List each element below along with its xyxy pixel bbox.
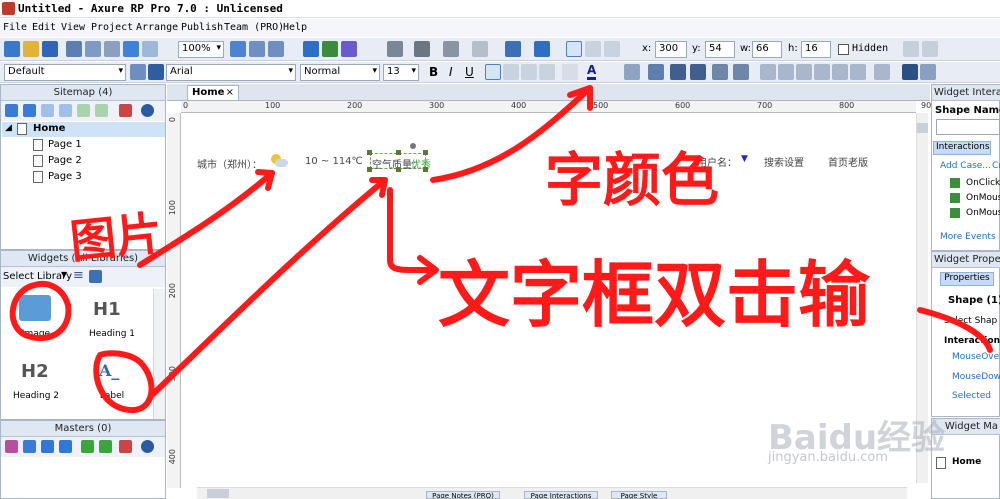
watermark-url: jingyan.baidu.com (768, 450, 888, 465)
curl-stroke (917, 307, 993, 353)
annotation-picture: 图片 (68, 206, 165, 269)
annotation-text-box: 文字框双击输 (438, 253, 871, 337)
arrow-to-textbox (149, 177, 388, 398)
label-circle (93, 350, 155, 414)
image-circle (9, 281, 72, 342)
annotation-text-color: 字颜色 (545, 146, 719, 214)
arrow-to-double-click-note (387, 187, 435, 273)
